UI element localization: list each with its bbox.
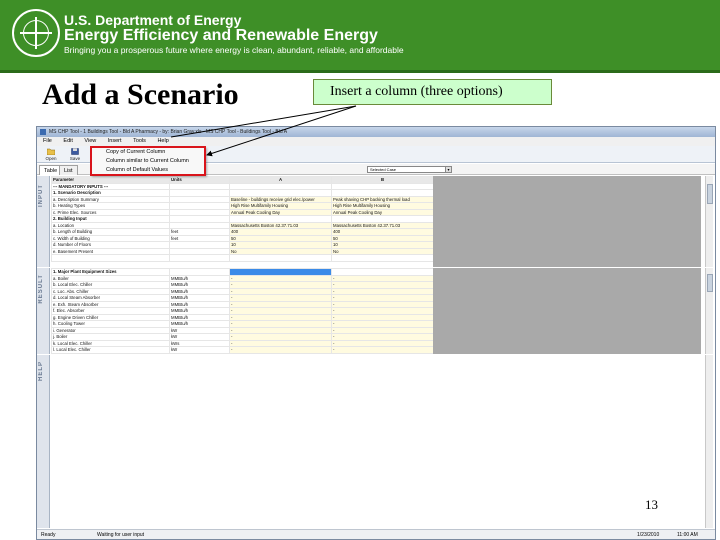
slide-title: Add a Scenario [42, 78, 239, 111]
input-section-label: INPUT [37, 176, 50, 267]
result-scrollbar[interactable] [705, 268, 713, 354]
banner-office: Energy Efficiency and Renewable Energy [64, 27, 378, 44]
page-number: 13 [645, 497, 658, 512]
app-icon [40, 129, 46, 135]
chevron-down-icon[interactable]: ▾ [445, 167, 451, 172]
menu-bar: File Edit View Insert Tools Help [37, 137, 715, 146]
table-row[interactable]: l. Local Elec. Chiller kW - - [51, 346, 434, 354]
app-window: MS CHP Tool - 1 Buildings Tool - Bld A P… [36, 126, 716, 540]
input-table: Parameter Units A B --- MANDATORY INPUTS… [51, 176, 434, 262]
open-button[interactable]: Open [41, 147, 61, 162]
empty-grid-area [433, 176, 701, 267]
help-section-label: HELP [37, 355, 50, 528]
scenario-select[interactable]: Selected Case ▾ [367, 166, 452, 173]
status-ready: Ready [41, 532, 56, 538]
cell-units [169, 254, 230, 262]
banner-tagline: Bringing you a prosperous future where e… [64, 45, 404, 55]
menu-edit[interactable]: Edit [63, 137, 72, 146]
empty-grid-area [433, 268, 701, 354]
status-message: Waiting for user input [97, 532, 145, 538]
status-date: 1/23/2010 [637, 532, 660, 538]
help-scrollbar[interactable] [705, 355, 713, 528]
callout-box: Insert a column (three options) [313, 79, 552, 105]
save-button[interactable]: Save [65, 147, 85, 162]
menu-file[interactable]: File [43, 137, 52, 146]
doe-banner: U.S. Department of Energy Energy Efficie… [0, 0, 720, 70]
banner-agency: U.S. Department of Energy [64, 12, 242, 28]
result-table: 1. Major Plant Equipment Sizes a. Boiler… [51, 268, 434, 354]
doe-seal-icon [12, 9, 60, 57]
floppy-icon [71, 148, 79, 155]
cell-a[interactable] [229, 254, 332, 262]
window-title: MS CHP Tool - 1 Buildings Tool - Bld A P… [49, 129, 288, 135]
cell-b[interactable]: - [331, 346, 434, 354]
cell-parameter: l. Local Elec. Chiller [51, 346, 170, 354]
result-section-label: RESULT [37, 268, 50, 354]
cell-a[interactable]: - [229, 346, 332, 354]
folder-icon [47, 148, 55, 155]
menu-tools[interactable]: Tools [133, 137, 146, 146]
cell-units: kW [169, 346, 230, 354]
table-row[interactable] [51, 254, 434, 262]
menu-insert[interactable]: Insert [108, 137, 122, 146]
status-bar: Ready Waiting for user input 1/23/2010 1… [37, 529, 715, 539]
window-titlebar[interactable]: MS CHP Tool - 1 Buildings Tool - Bld A P… [37, 127, 715, 137]
cell-b[interactable] [331, 254, 434, 262]
input-scrollbar[interactable] [705, 176, 713, 267]
cell-parameter [51, 254, 170, 262]
status-time: 11:00 AM [677, 532, 698, 538]
menu-view[interactable]: View [84, 137, 96, 146]
tab-list[interactable]: List [59, 165, 78, 175]
dropdown-highlight-box [90, 146, 206, 176]
banner-divider [0, 70, 720, 73]
menu-help[interactable]: Help [157, 137, 168, 146]
